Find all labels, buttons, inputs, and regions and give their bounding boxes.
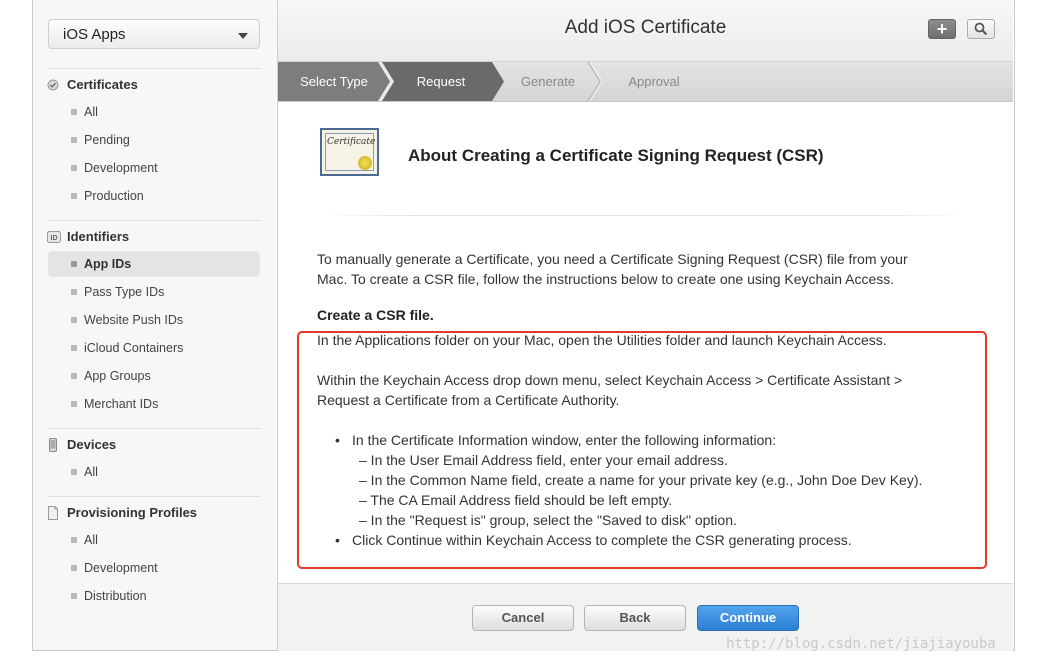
add-button[interactable]: + (928, 19, 956, 39)
bullet-icon (71, 373, 77, 379)
sidebar-item-label: Pass Type IDs (84, 285, 165, 299)
sidebar-item-profiles-development[interactable]: Development (48, 555, 260, 581)
sidebar-item-app-ids[interactable]: App IDs (48, 251, 260, 277)
sidebar-item-label: Development (84, 561, 158, 575)
search-button[interactable] (967, 19, 995, 39)
bullet-icon (71, 165, 77, 171)
chevron-down-icon (238, 33, 248, 39)
bullet-icon (71, 469, 77, 475)
bullet-icon (71, 261, 77, 267)
sidebar-item-pending[interactable]: Pending (48, 127, 260, 153)
seal-icon (358, 156, 372, 170)
sidebar-item-website-push-ids[interactable]: Website Push IDs (48, 307, 260, 333)
watermark: http://blog.csdn.net/jiajiayouba (726, 636, 996, 652)
sidebar-item-label: App IDs (84, 257, 132, 271)
back-button[interactable]: Back (584, 605, 686, 631)
cancel-button[interactable]: Cancel (472, 605, 574, 631)
bullet-icon (71, 193, 77, 199)
bullet-icon (71, 317, 77, 323)
sidebar-section-label: Identifiers (67, 229, 130, 244)
sidebar-item-label: All (84, 105, 98, 119)
bullet-icon (71, 109, 77, 115)
sidebar-item-certificates-all[interactable]: All (48, 99, 260, 125)
intro-line: To manually generate a Certificate, you … (317, 251, 908, 267)
step-arrows (378, 62, 603, 101)
sidebar-item-label: Merchant IDs (84, 397, 159, 411)
wizard-steps: Select Type Request Generate Approval (278, 62, 1013, 102)
bullet-icon (71, 537, 77, 543)
sidebar-section-provisioning-profiles: Provisioning Profiles (47, 502, 197, 524)
bullet-icon (71, 289, 77, 295)
sidebar-item-production[interactable]: Production (48, 183, 260, 209)
sidebar-section-label: Certificates (67, 77, 138, 92)
sidebar-item-label: Development (84, 161, 158, 175)
document-icon (48, 506, 58, 520)
sidebar: iOS Apps Certificates All Pending Develo… (33, 0, 278, 650)
sidebar-section-label: Devices (67, 437, 117, 452)
sidebar-item-profiles-all[interactable]: All (48, 527, 260, 553)
certificate-badge-icon (47, 79, 59, 91)
sidebar-item-label: Production (84, 189, 144, 203)
sidebar-item-label: App Groups (84, 369, 151, 383)
sidebar-item-devices-all[interactable]: All (48, 459, 260, 485)
sidebar-section-certificates: Certificates (47, 74, 138, 96)
sidebar-item-pass-type-ids[interactable]: Pass Type IDs (48, 279, 260, 305)
sidebar-section-devices: Devices (47, 434, 116, 456)
device-icon (49, 438, 57, 452)
content-area: Certificate About Creating a Certificate… (278, 102, 1013, 580)
bullet-icon (71, 593, 77, 599)
platform-select-value: iOS Apps (63, 26, 126, 43)
id-badge-icon: ID (47, 231, 61, 243)
sidebar-item-label: All (84, 533, 98, 547)
certificate-icon: Certificate (320, 128, 379, 176)
sidebar-item-label: Pending (84, 133, 130, 147)
sidebar-section-label: Provisioning Profiles (67, 505, 198, 520)
bullet-icon (71, 137, 77, 143)
app-frame: iOS Apps Certificates All Pending Develo… (32, 0, 1015, 651)
sidebar-item-merchant-ids[interactable]: Merchant IDs (48, 391, 260, 417)
sidebar-divider (47, 220, 261, 221)
sidebar-item-icloud-containers[interactable]: iCloud Containers (48, 335, 260, 361)
csr-heading: Create a CSR file. (317, 307, 434, 323)
sidebar-item-label: iCloud Containers (84, 341, 184, 355)
highlight-box (297, 331, 987, 569)
page-header: Add iOS Certificate + (278, 0, 1013, 62)
divider (318, 215, 968, 216)
sidebar-section-identifiers: ID Identifiers (47, 226, 129, 248)
bullet-icon (71, 565, 77, 571)
sidebar-item-label: Distribution (84, 589, 147, 603)
step-arrow (492, 62, 504, 101)
sidebar-item-profiles-distribution[interactable]: Distribution (48, 583, 260, 609)
main-panel: Add iOS Certificate + Select Type Reques… (278, 0, 1013, 651)
sidebar-item-label: Website Push IDs (84, 313, 184, 327)
section-title: About Creating a Certificate Signing Req… (408, 146, 824, 165)
bullet-icon (71, 401, 77, 407)
sidebar-divider (47, 428, 261, 429)
sidebar-divider (47, 68, 261, 69)
page-title: Add iOS Certificate (564, 17, 727, 38)
continue-button[interactable]: Continue (697, 605, 799, 631)
sidebar-divider (47, 496, 261, 497)
sidebar-item-label: All (84, 465, 98, 479)
sidebar-item-development[interactable]: Development (48, 155, 260, 181)
search-icon (974, 22, 988, 36)
intro-line: Mac. To create a CSR file, follow the in… (317, 271, 895, 287)
plus-icon: + (936, 19, 948, 39)
platform-select[interactable]: iOS Apps (48, 19, 260, 49)
certificate-icon-label: Certificate (327, 137, 376, 147)
svg-text:ID: ID (51, 235, 58, 242)
sidebar-item-app-groups[interactable]: App Groups (48, 363, 260, 389)
bullet-icon (71, 345, 77, 351)
